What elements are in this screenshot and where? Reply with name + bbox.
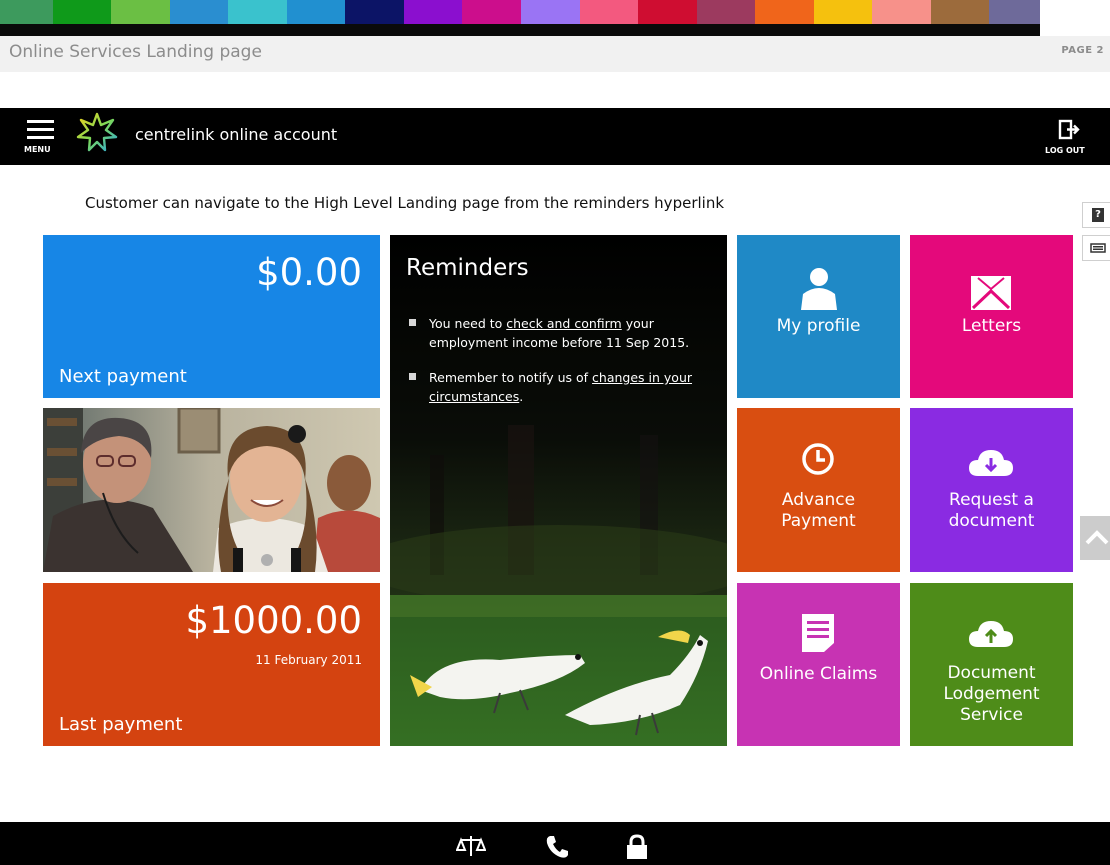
cockatoo-photo	[390, 235, 727, 746]
stripe-segment	[696, 0, 756, 24]
advance-payment-label-line1: Advance	[781, 490, 856, 510]
stripe-segment	[462, 0, 521, 24]
stripe-segment	[345, 0, 404, 24]
my-profile-label: My profile	[776, 316, 861, 336]
phone-icon[interactable]	[544, 834, 570, 860]
last-payment-date: 11 February 2011	[255, 653, 362, 667]
reminder-text: Remember to notify us of	[429, 370, 593, 385]
last-payment-amount: $1000.00	[185, 599, 362, 642]
advance-payment-tile[interactable]: Advance Payment	[737, 408, 900, 572]
reminder-text: You need to	[429, 316, 507, 331]
reminder-item: You need to check and confirm your emplo…	[407, 314, 717, 352]
bullet-icon	[409, 319, 416, 326]
request-document-label-line2: document	[948, 511, 1035, 531]
document-title: Online Services Landing page	[9, 42, 262, 62]
page-caption: Customer can navigate to the High Level …	[85, 194, 725, 212]
reminder-item: Remember to notify us of changes in your…	[407, 368, 717, 406]
help-button[interactable]: ?	[1082, 202, 1110, 228]
stripe-segment	[813, 0, 873, 24]
stripe-segment	[579, 0, 639, 24]
stripe-segment	[286, 0, 346, 24]
doctor-child-photo	[43, 408, 380, 572]
online-claims-label: Online Claims	[759, 664, 878, 684]
reminders-tile: Reminders You need to check and confirm …	[390, 235, 727, 746]
menu-button[interactable]: MENU	[22, 118, 58, 156]
lock-icon[interactable]	[624, 834, 650, 860]
check-and-confirm-link[interactable]: check and confirm	[506, 316, 621, 331]
stripe-segment	[520, 0, 580, 24]
stripe-segment	[930, 0, 990, 24]
next-payment-tile: $0.00 Next payment	[43, 235, 380, 398]
stripe-segment	[52, 0, 112, 24]
stripe-segment	[0, 0, 53, 24]
chevron-up-icon	[1085, 530, 1109, 545]
document-lodgement-tile[interactable]: Document Lodgement Service	[910, 583, 1073, 746]
letters-label: Letters	[961, 316, 1022, 336]
clock-icon	[802, 443, 834, 475]
advance-payment-label-line2: Payment	[781, 511, 856, 531]
app-title: centrelink online account	[135, 125, 338, 144]
stripe-segment	[872, 0, 931, 24]
menu-label: MENU	[24, 145, 51, 154]
last-payment-tile: $1000.00 11 February 2011 Last payment	[43, 583, 380, 746]
logout-icon	[1058, 119, 1080, 140]
my-profile-tile[interactable]: My profile	[737, 235, 900, 398]
logout-label: LOG OUT	[1045, 146, 1085, 155]
bullet-icon	[409, 373, 416, 380]
stripe-segment	[228, 0, 287, 24]
keyboard-button[interactable]	[1082, 235, 1110, 261]
reminders-title: Reminders	[406, 255, 529, 281]
document-icon	[802, 614, 834, 652]
envelope-icon	[971, 276, 1011, 310]
cloud-upload-icon	[969, 621, 1013, 647]
page-number: PAGE 2	[1061, 45, 1104, 56]
document-lodgement-label-line1: Document	[947, 663, 1036, 683]
stripe-segment	[989, 0, 1040, 24]
online-claims-tile[interactable]: Online Claims	[737, 583, 900, 746]
logout-button[interactable]: LOG OUT	[1042, 116, 1090, 160]
document-lodgement-label-line3: Service	[960, 705, 1023, 725]
next-payment-label: Next payment	[59, 366, 187, 387]
stripe-segment	[169, 0, 229, 24]
person-icon	[801, 268, 837, 310]
star-logo-icon	[76, 112, 118, 152]
help-icon: ?	[1092, 208, 1104, 222]
stripe-dark-band	[0, 24, 1040, 36]
stripe-segment	[403, 0, 463, 24]
last-payment-label: Last payment	[59, 714, 183, 735]
request-document-tile[interactable]: Request a document	[910, 408, 1073, 572]
document-lodgement-label-line2: Lodgement	[943, 684, 1040, 704]
request-document-label-line1: Request a	[949, 490, 1034, 510]
stripe-segment	[111, 0, 170, 24]
next-payment-amount: $0.00	[256, 251, 362, 294]
stripe-segment	[638, 0, 697, 24]
keyboard-icon	[1090, 243, 1106, 253]
scales-icon[interactable]	[456, 834, 486, 860]
stripe-segment	[755, 0, 814, 24]
reminder-text: .	[519, 389, 524, 404]
reminders-list: You need to check and confirm your emplo…	[407, 314, 717, 422]
letters-tile[interactable]: Letters	[910, 235, 1073, 398]
scroll-to-top-button[interactable]	[1080, 516, 1110, 560]
cloud-download-icon	[969, 450, 1013, 476]
colour-stripe	[0, 0, 1040, 24]
